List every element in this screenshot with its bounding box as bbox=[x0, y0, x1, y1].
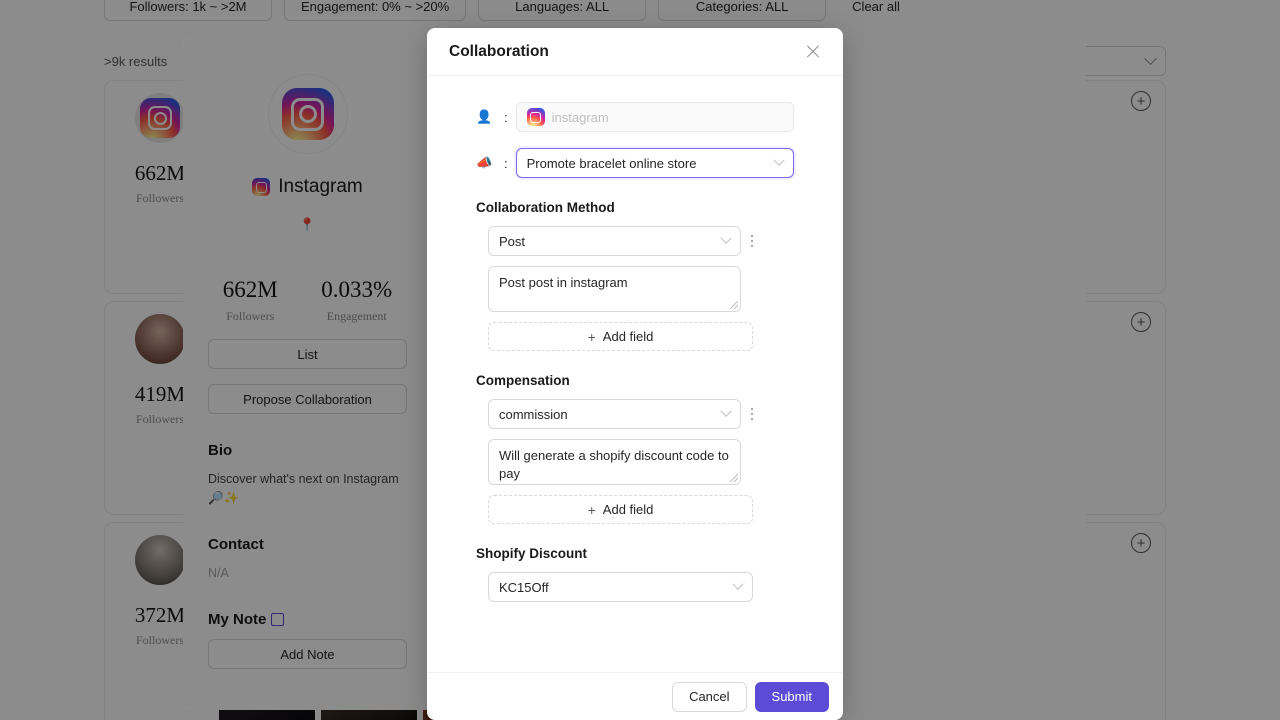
chevron-down-icon bbox=[732, 578, 744, 590]
campaign-select[interactable]: Promote bracelet online store bbox=[515, 148, 794, 178]
profile-avatar bbox=[267, 74, 348, 154]
contact-heading: Contact bbox=[208, 536, 264, 553]
method-description-value: Post post in instagram bbox=[499, 275, 628, 290]
bio-heading: Bio bbox=[208, 442, 233, 459]
compensation-select-row: commission bbox=[488, 399, 794, 429]
stat-value: 662M bbox=[222, 277, 278, 302]
method-select-value: Post bbox=[499, 233, 526, 249]
compensation-select-value: commission bbox=[499, 406, 568, 422]
modal-title: Collaboration bbox=[449, 42, 549, 60]
method-select[interactable]: Post bbox=[488, 226, 741, 256]
contact-value: N/A bbox=[208, 566, 229, 580]
profile-name: Instagram bbox=[278, 176, 363, 197]
campaign-select-value: Promote bracelet online store bbox=[526, 155, 697, 171]
creator-input[interactable]: instagram bbox=[515, 102, 794, 132]
compensation-description-value: Will generate a shopify discount code to… bbox=[499, 448, 729, 481]
shopify-discount-select[interactable]: KC15Off bbox=[488, 572, 753, 602]
plus-icon: + bbox=[587, 328, 596, 345]
method-description-textarea[interactable]: Post post in instagram bbox=[488, 266, 741, 312]
modal-body: 👤 : instagram 📣 : Promote bracelet onlin… bbox=[427, 76, 843, 672]
resize-grip-icon[interactable] bbox=[730, 301, 738, 309]
stat-label: Engagement bbox=[326, 309, 387, 323]
modal-header: Collaboration bbox=[427, 28, 843, 76]
add-field-button-compensation[interactable]: + Add field bbox=[488, 495, 753, 524]
drag-handle-icon[interactable] bbox=[747, 234, 757, 248]
person-icon: 👤 bbox=[476, 109, 493, 124]
add-field-label: Add field bbox=[602, 502, 654, 517]
chevron-down-icon bbox=[720, 232, 732, 244]
profile-name-row: Instagram bbox=[252, 176, 363, 198]
compensation-group: commission Will generate a shopify disco… bbox=[488, 399, 794, 524]
propose-collaboration-button[interactable]: Propose Collaboration bbox=[208, 384, 407, 414]
stat-value: 0.033% bbox=[321, 277, 393, 302]
my-note-label: My Note bbox=[208, 611, 267, 628]
submit-button[interactable]: Submit bbox=[754, 681, 829, 712]
close-icon[interactable] bbox=[805, 44, 821, 60]
collaboration-modal: Collaboration 👤 : instagram 📣 : Promote … bbox=[427, 28, 843, 720]
drag-handle-icon[interactable] bbox=[747, 407, 757, 421]
edit-pencil-icon[interactable] bbox=[271, 613, 285, 626]
method-select-row: Post bbox=[488, 226, 794, 256]
add-field-button-method[interactable]: + Add field bbox=[488, 322, 753, 351]
profile-stats: 662M Followers 0.033% Engagement bbox=[201, 277, 414, 324]
campaign-field-row: 📣 : Promote bracelet online store bbox=[476, 148, 794, 178]
my-note-heading: My Note bbox=[208, 611, 407, 628]
add-field-label: Add field bbox=[602, 329, 654, 344]
modal-footer: Cancel Submit bbox=[427, 672, 843, 720]
chevron-down-icon bbox=[773, 154, 785, 166]
map-pin-icon: 📍 bbox=[299, 217, 316, 232]
shopify-discount-value: KC15Off bbox=[499, 579, 549, 595]
compensation-heading: Compensation bbox=[476, 373, 570, 388]
cancel-button[interactable]: Cancel bbox=[672, 681, 747, 712]
creator-field-row: 👤 : instagram bbox=[476, 102, 794, 132]
stat-label: Followers bbox=[226, 309, 275, 323]
shopify-discount-heading: Shopify Discount bbox=[476, 546, 587, 561]
list-button[interactable]: List bbox=[208, 339, 407, 369]
compensation-description-textarea[interactable]: Will generate a shopify discount code to… bbox=[488, 439, 741, 485]
megaphone-icon: 📣 bbox=[476, 155, 493, 170]
campaign-field-colon: : bbox=[504, 155, 508, 171]
stat-engagement: 0.033% Engagement bbox=[321, 277, 392, 324]
collaboration-method-heading: Collaboration Method bbox=[476, 200, 615, 215]
add-note-button[interactable]: Add Note bbox=[208, 639, 407, 669]
compensation-select[interactable]: commission bbox=[488, 399, 741, 429]
creator-input-placeholder: instagram bbox=[551, 109, 609, 125]
instagram-icon bbox=[526, 108, 545, 126]
instagram-icon bbox=[252, 178, 271, 196]
collaboration-method-group: Post Post post in instagram + Add field bbox=[488, 226, 794, 351]
stat-followers: 662M Followers bbox=[223, 277, 278, 324]
bio-text: Discover what's next on Instagram 🔎✨ bbox=[208, 472, 399, 505]
profile-sidebar: Instagram 📍 662M Followers 0.033% Engage… bbox=[183, 38, 432, 669]
shopify-discount-group: KC15Off bbox=[488, 572, 794, 602]
plus-icon: + bbox=[587, 501, 596, 518]
resize-grip-icon[interactable] bbox=[730, 474, 738, 482]
creator-field-colon: : bbox=[504, 109, 508, 125]
chevron-down-icon bbox=[720, 405, 732, 417]
